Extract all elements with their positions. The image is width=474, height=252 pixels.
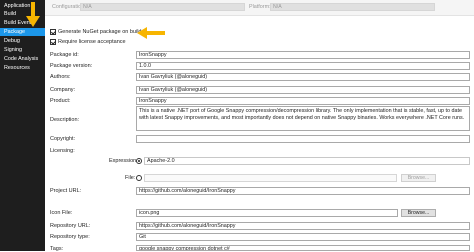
copyright-input[interactable] (136, 135, 470, 143)
sidebar-item-package[interactable]: Package (0, 28, 45, 36)
repository-type-input[interactable]: Git (136, 233, 470, 241)
package-version-input[interactable]: 1.0.0 (136, 62, 470, 70)
repository-url-label: Repository URL: (50, 223, 91, 229)
package-properties-panel: Configuration: N/A Platform: N/A Generat… (45, 0, 474, 252)
authors-input[interactable]: Ivan Gavryliuk (@aloneguid) (136, 73, 470, 81)
file-label: File: (125, 175, 136, 181)
expression-input[interactable]: Apache-2.0 (144, 157, 470, 165)
package-id-input[interactable]: IronSnappy (136, 51, 470, 59)
package-version-label: Package version: (50, 63, 93, 69)
sidebar-item-debug[interactable]: Debug (0, 37, 45, 45)
platform-label: Platform: (249, 4, 271, 10)
authors-label: Authors: (50, 74, 71, 80)
configuration-select[interactable]: N/A (80, 3, 245, 11)
icon-file-label: Icon File: (50, 210, 73, 216)
file-radio[interactable] (136, 175, 142, 181)
sidebar-item-signing[interactable]: Signing (0, 46, 45, 54)
platform-select[interactable]: N/A (270, 3, 435, 11)
pointer-arrow-down-icon (26, 2, 40, 27)
sidebar: Application Build Build Events Package D… (0, 0, 45, 251)
package-id-label: Package id: (50, 52, 79, 58)
configuration-bar: Configuration: N/A Platform: N/A (45, 0, 474, 16)
icon-browse-button[interactable]: Browse... (401, 209, 436, 217)
sidebar-item-code-analysis[interactable]: Code Analysis (0, 55, 45, 63)
require-license-label: Require license acceptance (58, 39, 126, 45)
copyright-label: Copyright: (50, 136, 76, 142)
require-license-checkbox[interactable] (50, 39, 56, 45)
repository-url-input[interactable]: https://github.com/aloneguid/IronSnappy (136, 222, 470, 230)
description-textarea[interactable]: This is a native .NET port of Google Sna… (136, 106, 470, 131)
expression-label: Expression: (109, 158, 138, 164)
licensing-label: Licensing: (50, 148, 75, 154)
tags-input[interactable]: google snappy compression dotnet c# (136, 245, 470, 251)
generate-nuget-label: Generate NuGet package on build (58, 29, 142, 35)
pointer-arrow-left-icon (137, 27, 165, 39)
description-label: Description: (50, 117, 80, 123)
license-file-input[interactable] (144, 174, 397, 182)
license-browse-button[interactable]: Browse... (401, 174, 436, 182)
repository-type-label: Repository type: (50, 234, 90, 240)
expression-radio[interactable] (136, 158, 142, 164)
tags-label: Tags: (50, 246, 64, 252)
sidebar-item-resources[interactable]: Resources (0, 64, 45, 72)
product-input[interactable]: IronSnappy (136, 97, 470, 105)
generate-nuget-checkbox[interactable] (50, 29, 56, 35)
project-url-input[interactable]: https://github.com/aloneguid/IronSnappy (136, 187, 470, 195)
company-label: Company: (50, 87, 76, 93)
icon-file-input[interactable]: icon.png (136, 209, 398, 217)
company-input[interactable]: Ivan Gavryliuk (@aloneguid) (136, 86, 470, 94)
project-url-label: Project URL: (50, 188, 82, 194)
product-label: Product: (50, 98, 71, 104)
